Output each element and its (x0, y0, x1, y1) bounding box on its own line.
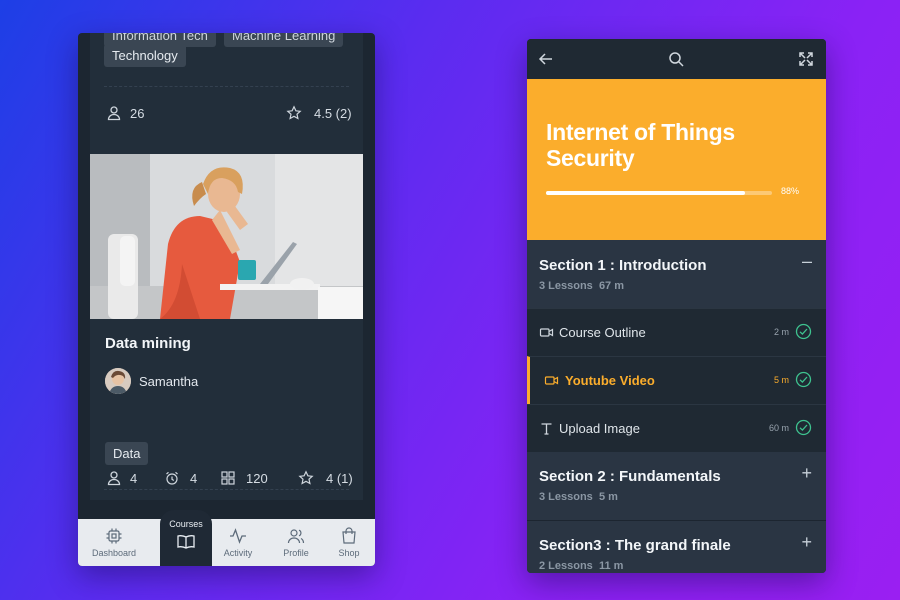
course-thumbnail[interactable] (90, 154, 363, 319)
lesson-name: Course Outline (559, 325, 646, 340)
activity-icon (230, 528, 246, 544)
users-icon (287, 529, 305, 544)
author-row[interactable]: Samantha (105, 368, 198, 394)
text-icon (541, 423, 552, 435)
chip-icon (106, 528, 122, 544)
rating-stat: 4 (1) (298, 468, 353, 488)
duration-value: 4 (190, 470, 198, 486)
back-arrow-icon[interactable] (537, 50, 555, 68)
course-title: Internet of Things Security (546, 119, 735, 171)
author-name: Samantha (139, 373, 199, 389)
divider (104, 489, 349, 490)
students-stat: 4 (106, 468, 137, 488)
progress-bar (546, 191, 772, 195)
course-hero: Internet of Things Security 88% (527, 79, 826, 240)
nav-profile[interactable]: Profile (267, 527, 325, 558)
nav-label: Activity (223, 548, 253, 558)
section-header[interactable]: Section3 : The grand finale 2 Lessons 11… (527, 521, 826, 573)
nav-activity[interactable]: Activity (209, 527, 267, 558)
lesson-name: Upload Image (559, 421, 640, 436)
star-icon (286, 105, 302, 120)
section-header[interactable]: Section 2 : Fundamentals 3 Lessons 5 m + (527, 452, 826, 520)
check-circle-icon (795, 419, 812, 436)
expand-plus-icon[interactable]: + (801, 464, 812, 482)
section-time: 11 m (598, 560, 624, 572)
section-title: Section3 : The grand finale (539, 537, 731, 554)
students-stat: 26 (106, 103, 144, 123)
course-title[interactable]: Data mining (105, 335, 191, 352)
lesson-name: Youtube Video (565, 373, 655, 388)
course-list-screen: Information Tech Machine Learning Techno… (78, 33, 375, 566)
course-card-partial[interactable]: Information Tech Machine Learning Techno… (90, 33, 363, 167)
tag-chip[interactable]: Machine Learning (224, 33, 344, 47)
lessons-count: 120 (246, 470, 268, 486)
user-icon (107, 106, 121, 121)
stressed-woman-image (90, 154, 363, 319)
section-meta: 3 Lessons 67 m (539, 280, 624, 292)
shopping-bag-icon (342, 527, 356, 544)
students-count: 26 (130, 105, 145, 121)
divider (104, 86, 349, 87)
lesson-duration: 2 m (773, 327, 789, 337)
open-book-icon (177, 535, 195, 549)
rating-value: 4.5 (2) (314, 105, 352, 121)
progress-label: 88% (781, 186, 800, 196)
top-bar (527, 39, 826, 79)
rating-stat: 4.5 (2) (286, 103, 352, 123)
nav-label: Courses (169, 519, 203, 529)
students-count: 4 (130, 470, 138, 486)
bottom-nav-bar: Dashboard Courses Activity Profile Shop (78, 510, 375, 566)
nav-courses[interactable]: Courses (160, 510, 212, 566)
progress-fill (546, 191, 745, 195)
lesson-row[interactable]: Upload Image 60 m (527, 404, 826, 452)
section-lessons: 2 Lessons (539, 560, 593, 572)
rating-value: 4 (1) (326, 470, 353, 486)
avatar (105, 368, 131, 394)
section-lessons: 3 Lessons (539, 280, 593, 292)
lesson-duration: 5 m (773, 375, 789, 385)
video-icon (544, 376, 559, 385)
grid-icon (221, 471, 235, 485)
nav-label: Shop (338, 548, 360, 558)
search-icon[interactable] (667, 50, 685, 68)
nav-label: Profile (283, 548, 309, 558)
nav-label: Dashboard (91, 548, 137, 558)
expand-plus-icon[interactable]: + (801, 533, 812, 551)
check-circle-icon (795, 323, 812, 340)
course-detail-screen: Internet of Things Security 88% Section … (527, 39, 826, 573)
section-meta: 2 Lessons 11 m (539, 560, 623, 572)
video-icon (539, 328, 554, 337)
lesson-row[interactable]: Course Outline 2 m (527, 308, 826, 356)
section-meta: 3 Lessons 5 m (539, 491, 618, 503)
course-card[interactable]: Data mining Samantha Data (90, 154, 363, 500)
star-icon (298, 470, 314, 485)
section-header[interactable]: Section 1 : Introduction 3 Lessons 67 m … (527, 240, 826, 308)
section-title: Section 2 : Fundamentals (539, 468, 721, 485)
lesson-duration: 60 m (768, 423, 789, 433)
section-time: 67 m (598, 280, 625, 292)
user-icon (107, 471, 121, 486)
nav-dashboard[interactable]: Dashboard (85, 527, 143, 558)
tag-chip[interactable]: Data (105, 442, 149, 465)
expand-icon[interactable] (797, 50, 815, 68)
nav-shop[interactable]: Shop (320, 527, 375, 558)
tag-chip[interactable]: Technology (104, 44, 186, 67)
section-title: Section 1 : Introduction (539, 257, 707, 274)
section-time: 5 m (598, 491, 618, 503)
alarm-clock-icon (166, 471, 178, 485)
lessons-stat: 120 (220, 468, 268, 488)
section-lessons: 3 Lessons (539, 491, 593, 503)
collapse-icon[interactable]: – (802, 252, 812, 270)
duration-stat: 4 (164, 468, 197, 488)
lesson-row-active[interactable]: Youtube Video 5 m (527, 356, 826, 404)
check-circle-icon (795, 371, 812, 388)
